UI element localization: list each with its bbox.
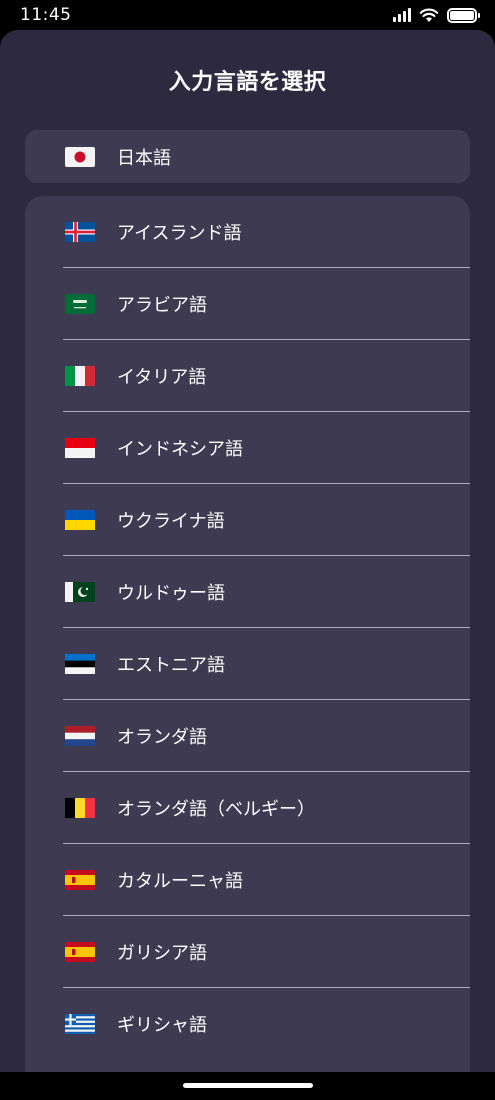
language-item-icelandic[interactable]: アイスランド語 — [25, 196, 470, 268]
language-label: アイスランド語 — [117, 223, 242, 244]
language-label: アラビア語 — [117, 295, 207, 316]
language-item-ukrainian[interactable]: ウクライナ語 — [25, 484, 470, 556]
language-label: オランダ語 — [117, 727, 207, 748]
iceland-flag-icon — [65, 222, 95, 242]
language-label: ガリシア語 — [117, 943, 207, 964]
language-item-indonesian[interactable]: インドネシア語 — [25, 412, 470, 484]
status-time: 11:45 — [20, 5, 72, 25]
spain-flag-icon — [65, 870, 95, 890]
language-label: カタルーニャ語 — [117, 871, 243, 892]
cellular-signal-icon — [393, 8, 411, 22]
spain-flag-icon — [65, 942, 95, 962]
home-indicator[interactable] — [183, 1083, 313, 1088]
italy-flag-icon — [65, 366, 95, 386]
language-label: インドネシア語 — [117, 439, 243, 460]
netherlands-flag-icon — [65, 726, 95, 746]
language-label: ウルドゥー語 — [117, 583, 225, 604]
language-item-arabic[interactable]: アラビア語 — [25, 268, 470, 340]
language-label: ウクライナ語 — [117, 511, 225, 532]
estonia-flag-icon — [65, 654, 95, 674]
language-label: オランダ語（ベルギー） — [117, 799, 315, 820]
language-picker-sheet: 入力言語を選択 日本語 アイスランド語 アラビア語 イタリア語 インドネシア語 … — [0, 30, 495, 1072]
battery-icon — [447, 7, 480, 23]
indonesia-flag-icon — [65, 438, 95, 458]
japan-flag-icon — [65, 146, 95, 167]
language-item-galician[interactable]: ガリシア語 — [25, 916, 470, 988]
belgium-flag-icon — [65, 798, 95, 818]
saudi-arabia-flag-icon — [65, 294, 95, 314]
language-item-catalan[interactable]: カタルーニャ語 — [25, 844, 470, 916]
language-label: イタリア語 — [117, 367, 207, 388]
page-title: 入力言語を選択 — [168, 70, 327, 95]
status-bar: 11:45 — [0, 0, 495, 30]
home-indicator-bar — [0, 1072, 495, 1100]
wifi-icon — [419, 8, 439, 23]
status-icons — [393, 6, 480, 24]
pakistan-flag-icon — [65, 582, 95, 602]
language-item-greek[interactable]: ギリシャ語 — [25, 988, 470, 1060]
language-item-dutch[interactable]: オランダ語 — [25, 700, 470, 772]
selected-language-label: 日本語 — [117, 147, 171, 169]
language-label: エストニア語 — [117, 655, 225, 676]
language-item-dutch-belgium[interactable]: オランダ語（ベルギー） — [25, 772, 470, 844]
language-item-urdu[interactable]: ウルドゥー語 — [25, 556, 470, 628]
language-item-estonian[interactable]: エストニア語 — [25, 628, 470, 700]
selected-language-row[interactable]: 日本語 — [25, 130, 470, 183]
language-label: ギリシャ語 — [117, 1015, 207, 1036]
language-list[interactable]: アイスランド語 アラビア語 イタリア語 インドネシア語 ウクライナ語 ウルドゥー… — [25, 196, 470, 1072]
greece-flag-icon — [65, 1014, 95, 1034]
language-item-italian[interactable]: イタリア語 — [25, 340, 470, 412]
ukraine-flag-icon — [65, 510, 95, 530]
